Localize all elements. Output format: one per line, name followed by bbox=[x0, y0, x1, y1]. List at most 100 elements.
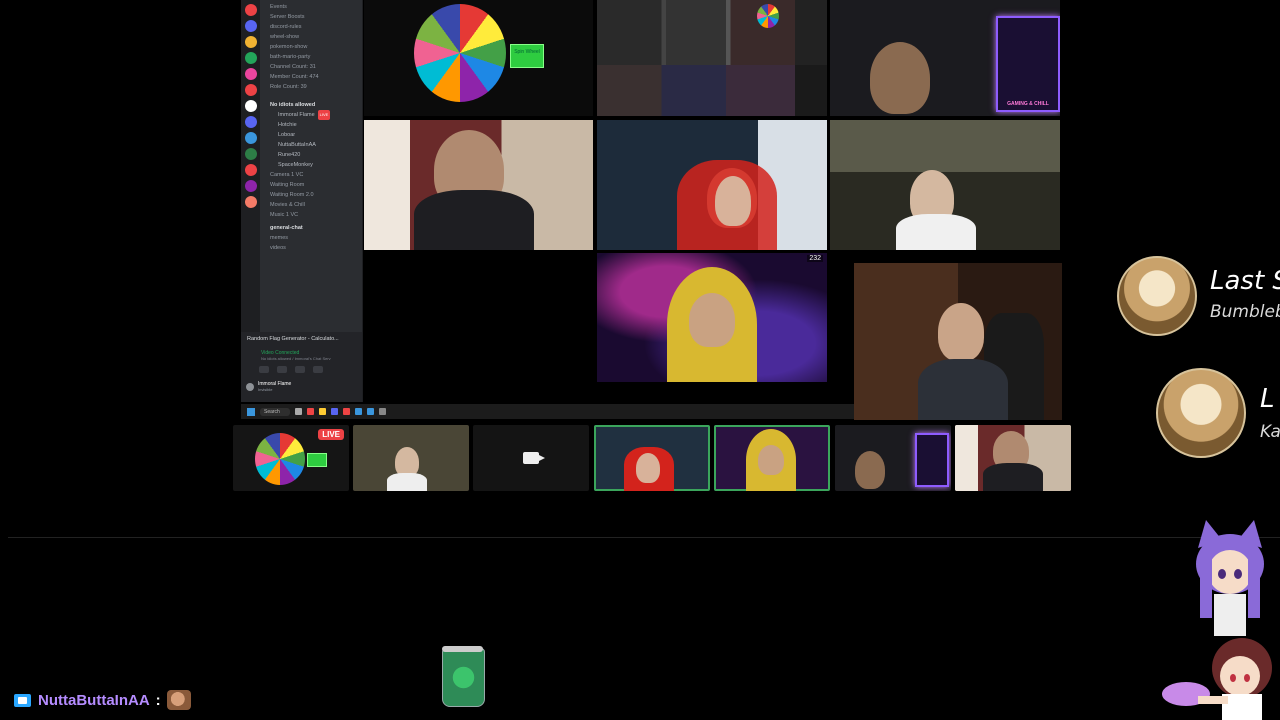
voice-user[interactable]: SpaceMonkey bbox=[262, 160, 360, 170]
server-icon[interactable] bbox=[244, 100, 257, 112]
channel-item[interactable]: Channel Count: 31 bbox=[262, 62, 360, 72]
user-panel: Random Flag Generator - Calculato... Vid… bbox=[241, 332, 362, 402]
screen-share-button[interactable] bbox=[277, 366, 287, 373]
server-icon[interactable] bbox=[244, 4, 257, 16]
voice-user[interactable]: NuttaButtaInAA bbox=[262, 140, 360, 150]
prize-wheel bbox=[255, 433, 305, 485]
server-icon[interactable] bbox=[244, 52, 257, 64]
server-icon[interactable] bbox=[244, 36, 257, 48]
server-icon[interactable] bbox=[244, 148, 257, 160]
video-tile-participant[interactable] bbox=[830, 120, 1060, 250]
taskbar-app-icon[interactable] bbox=[378, 408, 386, 415]
voice-user[interactable]: Rune420 bbox=[262, 150, 360, 160]
event-title: Last S bbox=[1210, 266, 1280, 296]
channel-item[interactable]: wheel-show bbox=[262, 32, 360, 42]
voice-channel[interactable]: Movies & Chill bbox=[262, 200, 360, 210]
channel-item[interactable]: Member Count: 474 bbox=[262, 72, 360, 82]
camera-off-icon bbox=[523, 452, 545, 464]
camera-button[interactable] bbox=[259, 366, 269, 373]
taskbar-search[interactable]: Search bbox=[260, 407, 290, 416]
event-avatar bbox=[1156, 368, 1246, 458]
channel-item[interactable]: pokemon-show bbox=[262, 42, 360, 52]
voice-user-name: Immoral Flame bbox=[278, 112, 315, 118]
channel-item[interactable]: Role Count: 39 bbox=[262, 82, 360, 92]
video-tile-participant-speaking[interactable]: 232 bbox=[597, 253, 827, 382]
participant-video bbox=[870, 42, 930, 114]
voice-user[interactable]: Loboar bbox=[262, 130, 360, 140]
participant-video bbox=[689, 293, 735, 347]
text-channel[interactable]: general-chat bbox=[262, 223, 360, 233]
server-icon[interactable] bbox=[244, 116, 257, 128]
event-avatar bbox=[1117, 256, 1197, 336]
anime-girl-overlay bbox=[1162, 638, 1272, 720]
video-tile-participant[interactable] bbox=[364, 120, 593, 250]
voice-connected-status[interactable]: Video Connected bbox=[241, 342, 362, 356]
windows-taskbar: Search bbox=[241, 404, 854, 419]
server-icon[interactable] bbox=[244, 132, 257, 144]
voice-channel-active[interactable]: No idiots allowed bbox=[262, 100, 360, 110]
server-icon[interactable] bbox=[244, 20, 257, 32]
voice-channel[interactable]: Camera 1 VC bbox=[262, 170, 360, 180]
server-icon[interactable] bbox=[244, 68, 257, 80]
strip-tile-camera-off[interactable] bbox=[473, 425, 589, 491]
taskbar-app-icon[interactable] bbox=[306, 408, 314, 415]
voice-channel[interactable]: Waiting Room 2.0 bbox=[262, 190, 360, 200]
voice-channel[interactable]: Waiting Room bbox=[262, 180, 360, 190]
windows-start-icon[interactable] bbox=[247, 407, 255, 416]
text-channel[interactable]: memes bbox=[262, 233, 360, 243]
activities-button[interactable] bbox=[295, 366, 305, 373]
strip-tile-speaking[interactable] bbox=[594, 425, 710, 491]
video-tile-wheel[interactable]: Spin Wheel bbox=[364, 0, 593, 116]
server-icon[interactable] bbox=[244, 196, 257, 208]
event-title: L bbox=[1260, 384, 1275, 414]
event-subtitle: Bumblebe bbox=[1210, 302, 1280, 322]
text-channel[interactable]: videos bbox=[262, 243, 360, 253]
channel-item[interactable]: bath-mario-party bbox=[262, 52, 360, 62]
server-icon[interactable] bbox=[244, 180, 257, 192]
taskbar-app-icon[interactable] bbox=[366, 408, 374, 415]
channel-item[interactable]: Server Boosts bbox=[262, 12, 360, 22]
server-icon[interactable] bbox=[244, 164, 257, 176]
taskbar-app-icon[interactable] bbox=[294, 408, 302, 415]
video-tile-screenshare[interactable] bbox=[597, 0, 827, 116]
avatar bbox=[246, 382, 254, 391]
channel-item[interactable]: Events bbox=[262, 2, 360, 12]
neon-sign: GAMING & CHILL bbox=[996, 16, 1060, 112]
live-pill: LIVE bbox=[317, 110, 331, 120]
server-icon[interactable] bbox=[244, 84, 257, 96]
video-tile-participant[interactable] bbox=[597, 120, 827, 250]
emote-icon bbox=[166, 690, 191, 710]
taskbar-app-icon[interactable] bbox=[318, 408, 326, 415]
taskbar-app-icon[interactable] bbox=[354, 408, 362, 415]
voice-controls bbox=[241, 361, 362, 373]
video-tile-participant[interactable]: GAMING & CHILL bbox=[830, 0, 1060, 116]
spin-button[interactable]: Spin Wheel bbox=[510, 44, 544, 68]
channel-item[interactable]: discord-rules bbox=[262, 22, 360, 32]
channel-list: Events Server Boosts discord-rules wheel… bbox=[262, 2, 360, 253]
participant-video bbox=[855, 451, 885, 489]
participant-video bbox=[938, 303, 984, 361]
strip-tile-participant[interactable] bbox=[955, 425, 1071, 491]
current-user[interactable]: Immoral Flame Invisible bbox=[241, 373, 362, 392]
activity-text[interactable]: Random Flag Generator - Calculato... bbox=[241, 332, 362, 342]
divider bbox=[8, 537, 1280, 538]
current-user-status: Invisible bbox=[258, 387, 273, 392]
discord-panel: Events Server Boosts discord-rules wheel… bbox=[241, 0, 363, 402]
anime-catgirl-overlay bbox=[1196, 520, 1264, 636]
voice-user[interactable]: Hotchie bbox=[262, 120, 360, 130]
video-tile-participant[interactable] bbox=[854, 263, 1062, 420]
live-badge: LIVE bbox=[318, 429, 344, 440]
soundboard-button[interactable] bbox=[313, 366, 323, 373]
strip-tile-participant[interactable] bbox=[835, 425, 951, 491]
taskbar-app-icon[interactable] bbox=[330, 408, 338, 415]
taskbar-app-icon[interactable] bbox=[342, 408, 350, 415]
chat-username[interactable]: NuttaButtaInAA bbox=[38, 692, 150, 709]
strip-tile-speaking[interactable] bbox=[714, 425, 830, 491]
strip-tile-wheel[interactable]: LIVE bbox=[233, 425, 349, 491]
strip-tile-participant[interactable] bbox=[353, 425, 469, 491]
voice-channel[interactable]: Music 1 VC bbox=[262, 210, 360, 220]
viewer-count: 232 bbox=[807, 255, 823, 262]
twitch-platform-icon bbox=[14, 693, 31, 707]
prize-wheel-mini bbox=[757, 4, 779, 28]
voice-user[interactable]: Immoral Flame LIVE bbox=[262, 110, 360, 120]
